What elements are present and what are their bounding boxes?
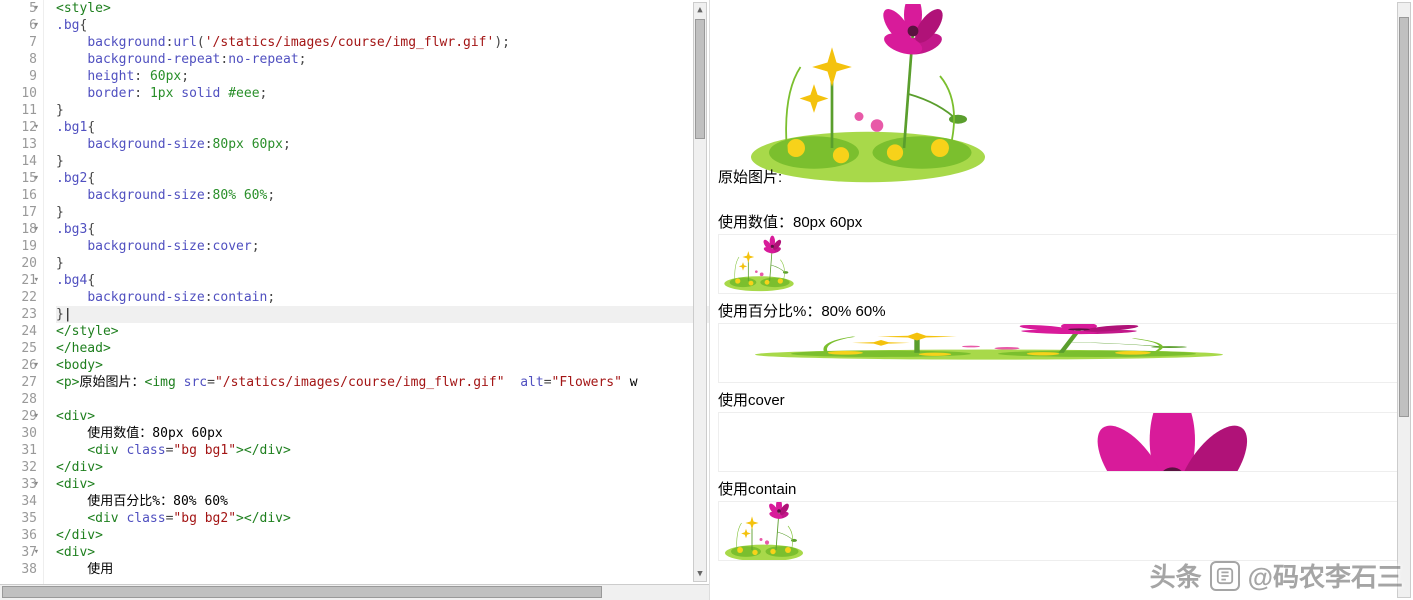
- code-line[interactable]: }: [56, 102, 709, 119]
- line-number: 26: [4, 357, 37, 374]
- line-number: 13: [4, 136, 37, 153]
- preview-vertical-scrollbar[interactable]: [1397, 2, 1411, 598]
- code-line[interactable]: <style>: [56, 0, 709, 17]
- editor-horizontal-scrollbar[interactable]: [0, 584, 709, 600]
- line-number: 32: [4, 459, 37, 476]
- code-line[interactable]: 使用数值：80px 60px: [56, 425, 709, 442]
- label-percent: 使用百分比%：80% 60%: [718, 300, 1405, 321]
- line-number: 37: [4, 544, 37, 561]
- line-number: 36: [4, 527, 37, 544]
- line-number: 29: [4, 408, 37, 425]
- line-number: 19: [4, 238, 37, 255]
- line-number: 24: [4, 323, 37, 340]
- bg-box-contain: [718, 501, 1405, 561]
- watermark: 头条 @码农李石三: [1150, 557, 1403, 594]
- code-line[interactable]: }: [56, 153, 709, 170]
- line-number: 27: [4, 374, 37, 391]
- code-line[interactable]: .bg4{: [56, 272, 709, 289]
- code-line[interactable]: background-size:cover;: [56, 238, 709, 255]
- watermark-prefix: 头条: [1150, 557, 1202, 594]
- scroll-up-arrow[interactable]: ▲: [694, 3, 706, 17]
- code-line[interactable]: height: 60px;: [56, 68, 709, 85]
- line-number: 28: [4, 391, 37, 408]
- flower-bg2: [719, 324, 1259, 360]
- code-line[interactable]: <body>: [56, 357, 709, 374]
- line-number: 18: [4, 221, 37, 238]
- label-cover: 使用cover: [718, 389, 1405, 410]
- code-line[interactable]: <div class="bg bg2"></div>: [56, 510, 709, 527]
- line-number: 17: [4, 204, 37, 221]
- code-line[interactable]: }: [56, 255, 709, 272]
- code-line[interactable]: border: 1px solid #eee;: [56, 85, 709, 102]
- code-line[interactable]: .bg1{: [56, 119, 709, 136]
- code-line[interactable]: background-size:80px 60px;: [56, 136, 709, 153]
- line-number: 35: [4, 510, 37, 527]
- code-area[interactable]: <style>.bg{ background:url('/statics/ima…: [44, 0, 709, 584]
- editor-vertical-scrollbar[interactable]: ▲ ▼: [693, 2, 707, 582]
- code-line[interactable]: .bg3{: [56, 221, 709, 238]
- line-number: 31: [4, 442, 37, 459]
- original-flower-image: [718, 4, 1018, 184]
- line-number: 20: [4, 255, 37, 272]
- line-number: 21: [4, 272, 37, 289]
- code-editor-pane: 5678910111213141516171819202122232425262…: [0, 0, 710, 600]
- line-number: 34: [4, 493, 37, 510]
- code-line[interactable]: <div>: [56, 544, 709, 561]
- code-line[interactable]: }|: [56, 306, 709, 323]
- code-line[interactable]: background-size:contain;: [56, 289, 709, 306]
- horizontal-scroll-thumb[interactable]: [2, 586, 602, 598]
- code-line[interactable]: background-size:80% 60%;: [56, 187, 709, 204]
- line-number: 38: [4, 561, 37, 578]
- flower-bg1: [719, 235, 799, 294]
- code-line[interactable]: 使用: [56, 561, 709, 578]
- scroll-down-arrow[interactable]: ▼: [694, 567, 706, 581]
- line-number: 9: [4, 68, 37, 85]
- line-number: 23: [4, 306, 37, 323]
- line-number: 15: [4, 170, 37, 187]
- line-number: 22: [4, 289, 37, 306]
- line-number: 5: [4, 0, 37, 17]
- label-contain: 使用contain: [718, 478, 1405, 499]
- line-number: 7: [4, 34, 37, 51]
- code-line[interactable]: <p>原始图片：<img src="/statics/images/course…: [56, 374, 709, 391]
- line-number: 10: [4, 85, 37, 102]
- line-number-gutter: 5678910111213141516171819202122232425262…: [0, 0, 44, 584]
- code-line[interactable]: <div class="bg bg1"></div>: [56, 442, 709, 459]
- code-line[interactable]: background-repeat:no-repeat;: [56, 51, 709, 68]
- editor-body[interactable]: 5678910111213141516171819202122232425262…: [0, 0, 709, 584]
- line-number: 16: [4, 187, 37, 204]
- bg-box-80px-60px: [718, 234, 1405, 294]
- code-line[interactable]: .bg2{: [56, 170, 709, 187]
- code-line[interactable]: <div>: [56, 408, 709, 425]
- line-number: 33: [4, 476, 37, 493]
- label-number: 使用数值：80px 60px: [718, 211, 1405, 232]
- line-number: 14: [4, 153, 37, 170]
- watermark-author: @码农李石三: [1248, 557, 1403, 594]
- flower-bg3: [719, 413, 1399, 472]
- line-number: 25: [4, 340, 37, 357]
- preview-scroll-thumb[interactable]: [1399, 17, 1409, 417]
- code-line[interactable]: </div>: [56, 459, 709, 476]
- code-line[interactable]: .bg{: [56, 17, 709, 34]
- label-original: 原始图片:: [718, 169, 782, 186]
- code-line[interactable]: </head>: [56, 340, 709, 357]
- line-number: 30: [4, 425, 37, 442]
- preview-pane: 原始图片: 使用数值：80px 60px 使用百分比%：80% 60% 使用co…: [710, 0, 1413, 600]
- line-number: 6: [4, 17, 37, 34]
- code-line[interactable]: background:url('/statics/images/course/i…: [56, 34, 709, 51]
- vertical-scroll-thumb[interactable]: [695, 19, 705, 139]
- code-line[interactable]: </div>: [56, 527, 709, 544]
- code-line[interactable]: <div>: [56, 476, 709, 493]
- line-number: 8: [4, 51, 37, 68]
- bg-box-cover: [718, 412, 1405, 472]
- flower-bg4: [719, 502, 809, 561]
- code-line[interactable]: [56, 391, 709, 408]
- code-line[interactable]: </style>: [56, 323, 709, 340]
- line-number: 12: [4, 119, 37, 136]
- code-line[interactable]: }: [56, 204, 709, 221]
- line-number: 11: [4, 102, 37, 119]
- watermark-icon: [1210, 561, 1240, 591]
- code-line[interactable]: 使用百分比%：80% 60%: [56, 493, 709, 510]
- bg-box-percent: [718, 323, 1405, 383]
